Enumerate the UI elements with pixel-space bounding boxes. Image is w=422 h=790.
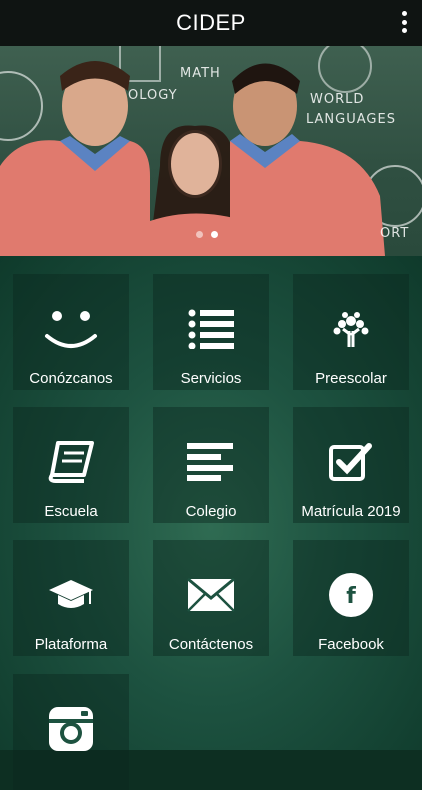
tile-label: Facebook [318,636,384,653]
chalk-word: LANGUAGES [306,112,396,127]
tree-icon [321,304,381,354]
carousel-dot-active[interactable] [211,231,218,238]
tile-conozcanos[interactable]: Conózcanos [13,274,129,390]
tile-facebook[interactable]: f Facebook [293,540,409,656]
tile-label: Contáctenos [168,636,254,653]
tile-instagram[interactable] [13,674,129,790]
tile-label: Preescolar [315,370,387,387]
instagram-icon [41,704,101,754]
tile-label: Matrícula 2019 [301,503,401,520]
tile-label: Colegio [185,503,237,520]
carousel-dot[interactable] [196,231,203,238]
tile-matricula[interactable]: Matrícula 2019 [293,407,409,523]
tile-label: Escuela [44,503,98,520]
chalk-word: OLOGY [128,88,178,103]
facebook-icon: f [321,570,381,620]
chalk-word: ORT [380,226,410,241]
smiley-icon [41,304,101,354]
tile-escuela[interactable]: Escuela [13,407,129,523]
tile-label: Servicios [180,370,242,387]
menu-grid: Conózcanos Servicios Preescolar Escuela … [0,256,422,790]
banner-carousel[interactable]: MATH OLOGY WORLD LANGUAGES ORT [0,46,422,256]
book-icon [41,437,101,487]
tile-label: Plataforma [34,636,108,653]
overflow-menu-icon[interactable] [398,11,410,33]
app-bar: CIDEP [0,0,422,46]
tile-servicios[interactable]: Servicios [153,274,269,390]
list-icon [181,304,241,354]
align-left-icon [181,437,241,487]
tile-colegio[interactable]: Colegio [153,407,269,523]
graduation-cap-icon [41,570,101,620]
tile-label: Conózcanos [29,370,113,387]
svg-text:f: f [346,584,356,609]
envelope-icon [181,570,241,620]
tile-plataforma[interactable]: Plataforma [13,540,129,656]
tile-contactenos[interactable]: Contáctenos [153,540,269,656]
chalk-word: MATH [180,66,221,81]
app-title: CIDEP [176,10,246,35]
checkbox-icon [321,437,381,487]
tile-preescolar[interactable]: Preescolar [293,274,409,390]
carousel-indicator[interactable] [196,231,218,238]
chalk-word: WORLD [310,92,365,107]
